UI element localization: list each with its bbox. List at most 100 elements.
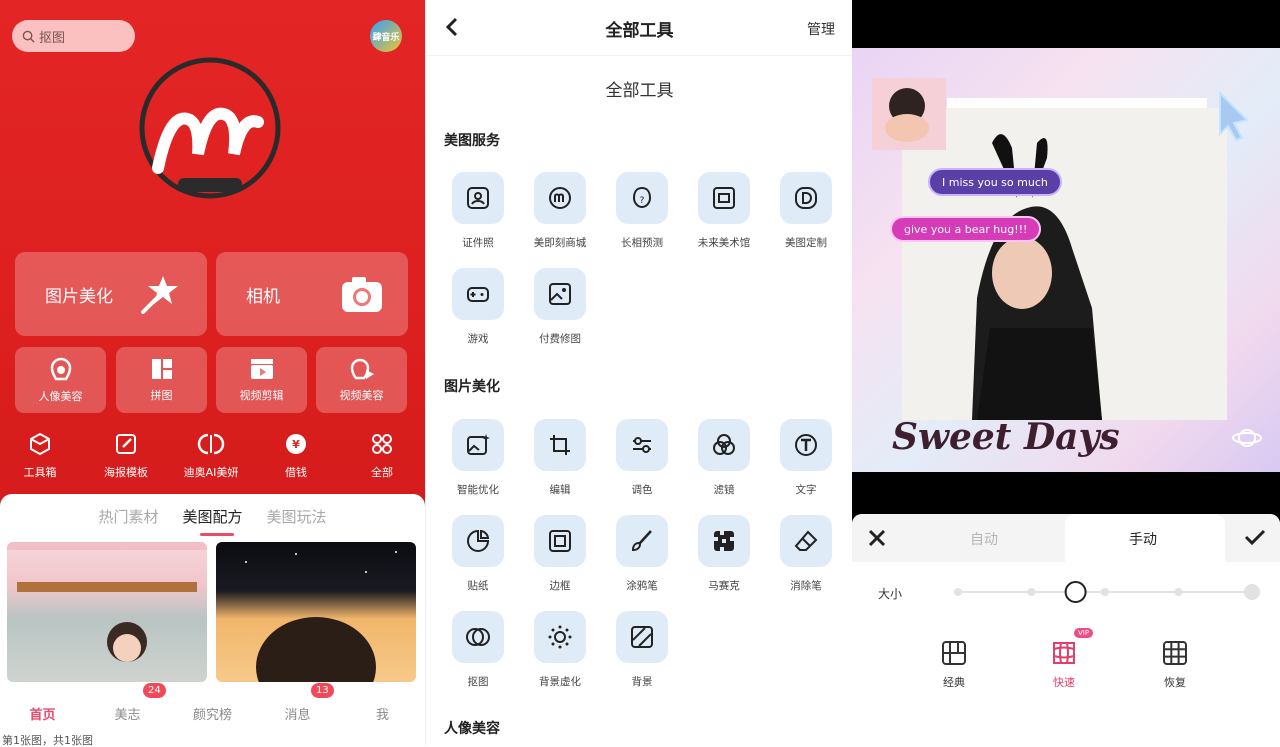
tool-color-adjust[interactable]: 调色: [607, 419, 677, 497]
vip-badge: VIP: [1074, 628, 1094, 638]
meitu-home-panel: 抠图 肆音乐 图片美化 相机 人像美容 拼图 视频剪辑 视频美容 工具箱 海报模…: [0, 0, 425, 745]
frame-icon: [549, 530, 571, 552]
yen-coin-icon: ¥: [286, 434, 306, 454]
section-title: 人像美容: [444, 721, 500, 737]
crop-icon: [550, 435, 570, 455]
tool-label: 编辑: [549, 484, 571, 496]
image-edit-icon: [549, 283, 571, 305]
tool-mall[interactable]: 美即刻商城: [525, 172, 595, 250]
edited-photo: [872, 78, 1262, 447]
nav-home-label: 首页: [29, 708, 56, 723]
nav-ranking[interactable]: 颜究榜: [170, 682, 255, 745]
close-icon[interactable]: [868, 529, 886, 547]
poster-template-button[interactable]: 海报模板: [91, 432, 161, 480]
tool-sticker[interactable]: 贴纸: [443, 515, 513, 593]
tool-background[interactable]: 背景: [607, 611, 677, 689]
tool-id-photo[interactable]: 证件照: [443, 172, 513, 250]
tool-bg-blur[interactable]: 背景虚化: [525, 611, 595, 689]
tool-frame[interactable]: 边框: [525, 515, 595, 593]
brush-icon: [631, 530, 652, 552]
tool-label: 背景虚化: [539, 676, 581, 688]
edit-note-icon: [116, 434, 136, 454]
nav-meizhi[interactable]: 美志 24: [85, 682, 170, 745]
all-tools-button[interactable]: 全部: [347, 432, 417, 480]
tool-text[interactable]: 文字: [771, 419, 841, 497]
tool-restore[interactable]: 恢复: [1145, 640, 1205, 690]
tab-meitu-recipe[interactable]: 美图配方: [182, 506, 243, 536]
nav-messages[interactable]: 消息 13: [255, 682, 340, 745]
slider-knob[interactable]: [1064, 581, 1087, 603]
tool-quick[interactable]: 快速 VIP: [1034, 628, 1094, 690]
notification-badge: 24: [143, 683, 166, 698]
face-predict-icon: ?: [632, 186, 652, 209]
feed-card[interactable]: [7, 542, 207, 682]
tool-label: 快速: [1053, 676, 1075, 689]
search-bar[interactable]: 抠图: [12, 20, 135, 52]
poster-template-label: 海报模板: [104, 466, 148, 479]
tool-label: 贴纸: [467, 580, 489, 592]
cube-icon: [30, 432, 50, 456]
tool-face-predict[interactable]: ? 长相预测: [607, 172, 677, 250]
size-label: 大小: [878, 587, 903, 601]
tool-classic[interactable]: 经典: [924, 640, 984, 690]
tool-future-gallery[interactable]: 未来美术馆: [689, 172, 759, 250]
tool-label: 边框: [549, 580, 571, 592]
tab-manual[interactable]: 手动: [1129, 529, 1157, 549]
mosaic-icon: [714, 531, 734, 551]
tool-label: 长相预测: [621, 237, 663, 249]
chat-bubble-sticker: give you a bear hug!!!: [890, 216, 1042, 242]
loan-button[interactable]: ¥ 借钱: [261, 432, 331, 480]
meitu-logo: [139, 57, 281, 199]
slider-stop: [1027, 588, 1036, 596]
tool-label: 智能优化: [457, 484, 499, 496]
dior-ai-button[interactable]: 迪奥AI美妍: [176, 432, 246, 480]
tool-label: 抠图: [467, 676, 489, 688]
avatar[interactable]: 肆音乐: [370, 20, 402, 52]
tool-label: 美即刻商城: [533, 237, 587, 249]
image-caption: 第1张图，共1张图: [2, 735, 97, 747]
tool-game[interactable]: 游戏: [443, 268, 513, 346]
tab-meitu-play[interactable]: 美图玩法: [267, 506, 327, 527]
tool-label: 背景: [631, 676, 653, 688]
confirm-check-icon[interactable]: [1244, 528, 1266, 546]
collage-label: 拼图: [150, 389, 173, 402]
video-edit-label: 视频剪辑: [239, 389, 284, 402]
video-edit-button[interactable]: 视频剪辑: [216, 347, 307, 413]
video-beauty-button[interactable]: 视频美容: [316, 347, 407, 413]
tool-mosaic[interactable]: 马赛克: [689, 515, 759, 593]
editor-toolbar: 自动 手动 大小: [852, 514, 1280, 745]
quick-grid-icon: [1053, 642, 1075, 664]
tab-hot-material[interactable]: 热门素材: [98, 506, 158, 527]
photo-beautify-button[interactable]: 图片美化: [15, 252, 207, 336]
tab-auto[interactable]: 自动: [970, 529, 998, 549]
mode-tabs: 自动 手动: [852, 514, 1280, 562]
bg-blur-icon: [548, 625, 572, 649]
custom-icon: [795, 187, 817, 209]
all-tools-panel: 全部工具 管理 全部工具 美图服务 图片美化 人像美容 证件照 美即刻商城 ? …: [425, 0, 852, 745]
tool-cutout[interactable]: 抠图: [443, 611, 513, 689]
photo-canvas[interactable]: I miss you so much give you a bear hug!!…: [852, 48, 1280, 472]
tool-paid-retouch[interactable]: 付费修图: [525, 268, 595, 346]
tool-smart-optimize[interactable]: 智能优化: [443, 419, 513, 497]
camera-button[interactable]: 相机: [216, 252, 408, 336]
nav-me[interactable]: 我: [340, 682, 425, 745]
tool-label: 文字: [795, 484, 817, 496]
tool-eraser[interactable]: 消除笔: [771, 515, 841, 593]
manage-button[interactable]: 管理: [807, 19, 835, 39]
video-beauty-label: 视频美容: [339, 389, 384, 402]
size-slider[interactable]: [952, 580, 1262, 604]
tool-label: 恢复: [1164, 676, 1186, 689]
tool-filter[interactable]: 滤镜: [689, 419, 759, 497]
section-title: 图片美化: [444, 379, 500, 395]
tool-edit[interactable]: 编辑: [525, 419, 595, 497]
cutout-icon: [466, 628, 490, 646]
feed-tabs: 热门素材 美图配方 美图玩法: [0, 506, 425, 536]
toolbox-button[interactable]: 工具箱: [5, 432, 75, 480]
tool-label: 涂鸦笔: [626, 580, 658, 592]
collage-button[interactable]: 拼图: [116, 347, 207, 413]
tool-brush[interactable]: 涂鸦笔: [607, 515, 677, 593]
photo-editor-panel: I miss you so much give you a bear hug!!…: [852, 0, 1280, 745]
feed-card[interactable]: [216, 542, 416, 682]
portrait-beauty-button[interactable]: 人像美容: [15, 347, 106, 413]
tool-custom[interactable]: 美图定制: [771, 172, 841, 250]
